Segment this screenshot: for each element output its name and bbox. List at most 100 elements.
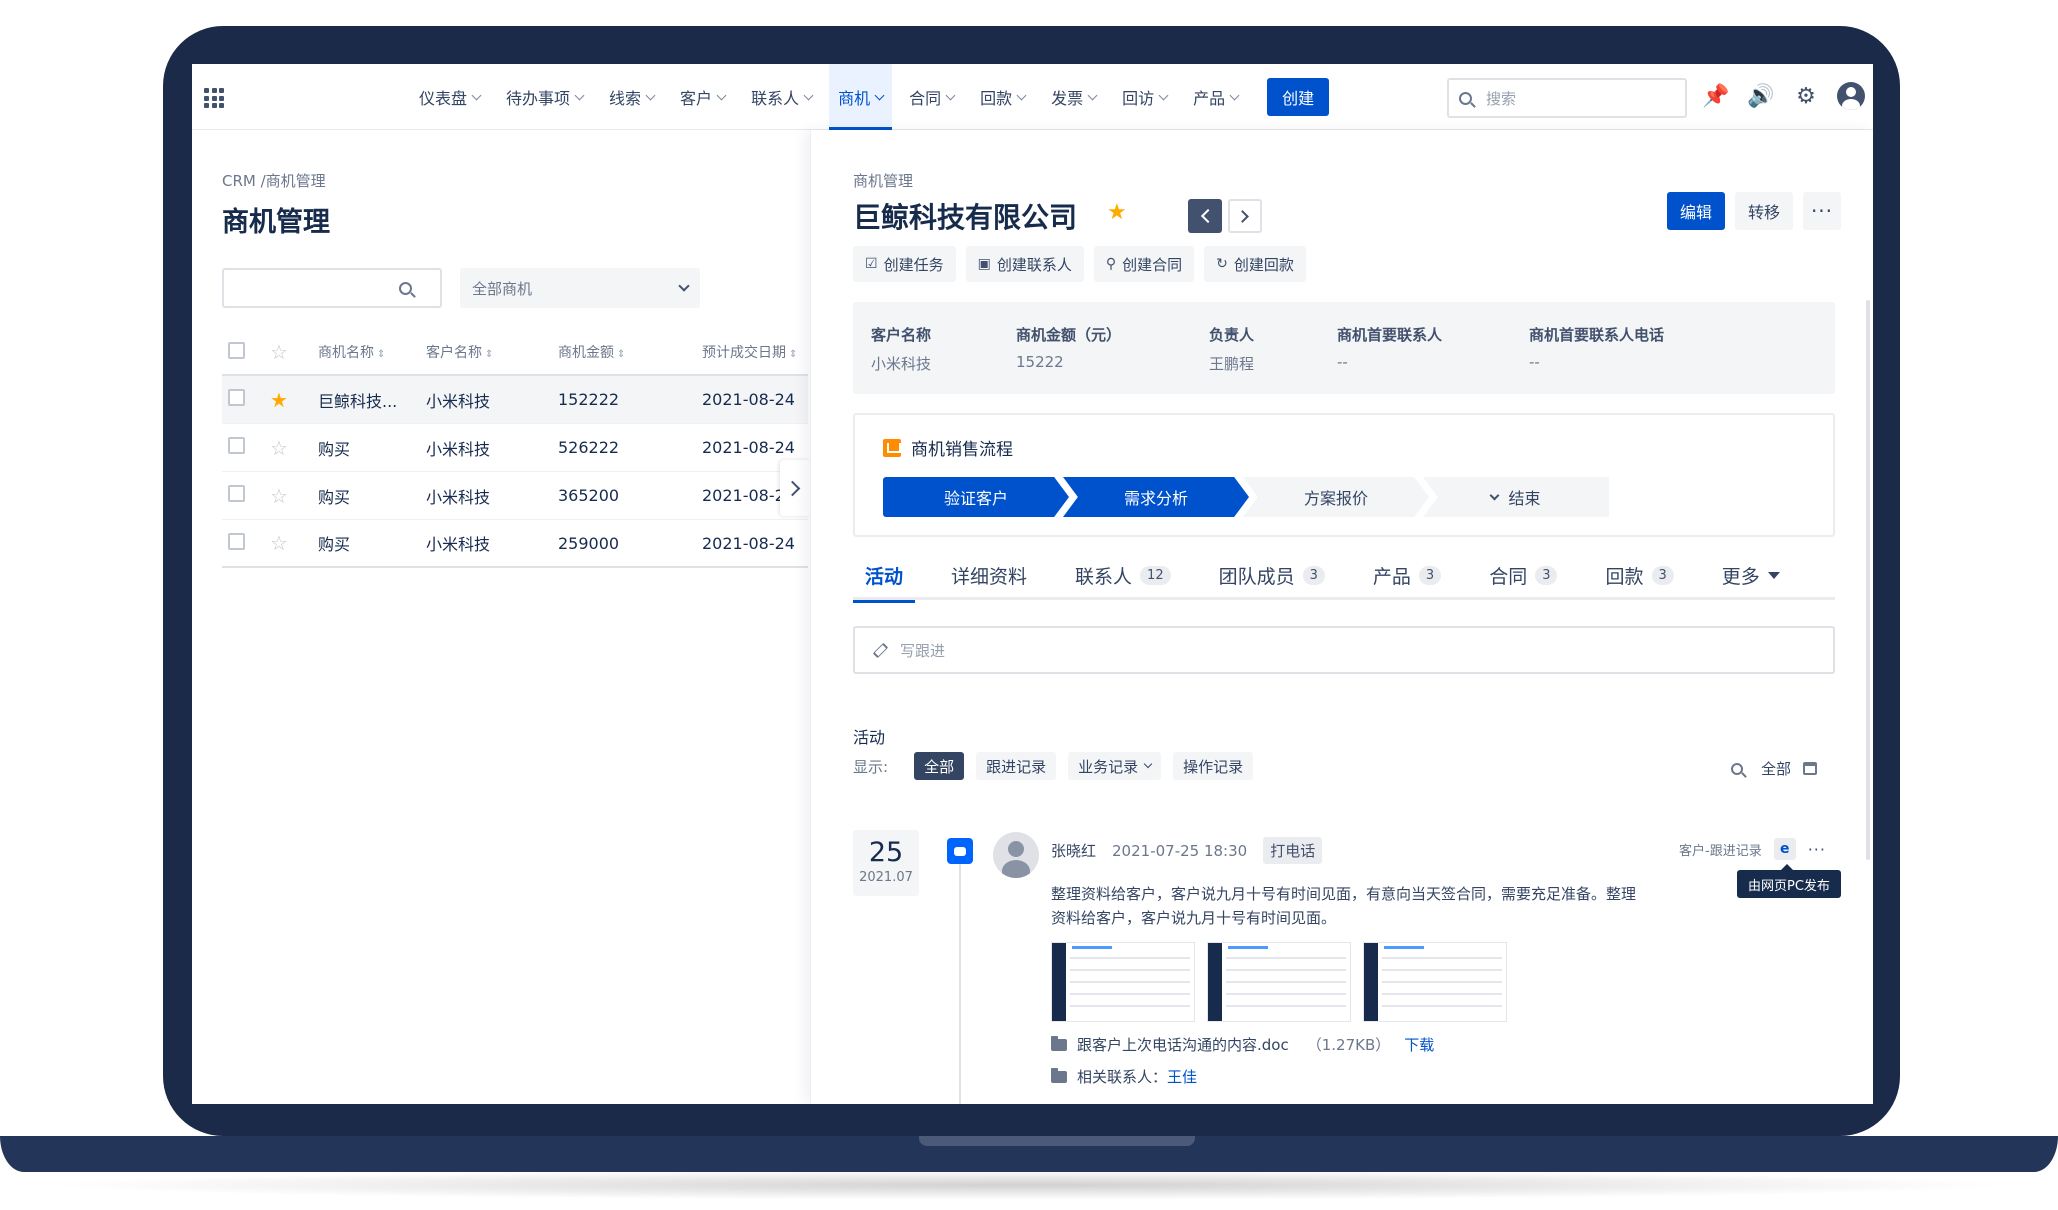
attachment-name[interactable]: 跟客户上次电话沟通的内容.doc bbox=[1077, 1034, 1289, 1055]
stage-end[interactable]: 结束 bbox=[1423, 477, 1609, 517]
table-row[interactable]: ☆ 购买 小米科技 526222 2021-08-24 bbox=[222, 424, 808, 472]
menu-item-opportunities[interactable]: 商机 bbox=[829, 64, 893, 130]
menu-item-todo[interactable]: 待办事项 bbox=[497, 64, 592, 130]
menu-item-payments[interactable]: 回款 bbox=[971, 64, 1034, 130]
column-header-close-date[interactable]: 预计成交日期 ⇕ bbox=[702, 342, 808, 362]
previous-record-button[interactable] bbox=[1188, 199, 1222, 233]
related-contacts: 相关联系人： 王佳 bbox=[1051, 1066, 1197, 1087]
edit-button[interactable]: 编辑 bbox=[1667, 192, 1725, 230]
row-checkbox[interactable] bbox=[228, 485, 245, 502]
tab-activity[interactable]: 活动 bbox=[853, 550, 916, 603]
filter-all[interactable]: 全部 bbox=[914, 752, 965, 780]
tab-more[interactable]: 更多 bbox=[1710, 550, 1792, 600]
quick-actions: ☑ 创建任务 ▣ 创建联系人 ⚲ 创建合同 ↻ 创建回款 bbox=[853, 246, 1306, 282]
cell-name: 购买 bbox=[318, 439, 351, 459]
menu-item-revisits[interactable]: 回访 bbox=[1113, 64, 1176, 130]
chevron-down-icon bbox=[1490, 490, 1500, 500]
column-header-amount[interactable]: 商机金额 ⇕ bbox=[558, 342, 702, 362]
select-all-checkbox[interactable] bbox=[228, 341, 245, 359]
gear-icon[interactable]: ⚙ bbox=[1792, 82, 1820, 110]
apps-grid-icon[interactable] bbox=[204, 88, 224, 108]
tab-products[interactable]: 产品 3 bbox=[1361, 550, 1453, 600]
related-contact-link[interactable]: 王佳 bbox=[1167, 1066, 1197, 1087]
star-filled-icon[interactable]: ★ bbox=[270, 388, 318, 412]
user-avatar-icon[interactable] bbox=[1837, 82, 1865, 110]
row-checkbox[interactable] bbox=[228, 532, 245, 550]
breadcrumb: CRM /商机管理 bbox=[222, 172, 326, 190]
tab-details[interactable]: 详细资料 bbox=[939, 550, 1039, 600]
create-contract-button[interactable]: ⚲ 创建合同 bbox=[1093, 246, 1195, 282]
pin-icon[interactable]: 📌 bbox=[1702, 82, 1730, 110]
cell-customer: 小米科技 bbox=[426, 439, 491, 459]
chevron-down-icon bbox=[803, 90, 814, 100]
cell-customer: 小米科技 bbox=[426, 487, 491, 507]
collapse-detail-button[interactable] bbox=[780, 460, 810, 516]
image-thumbnail[interactable] bbox=[1363, 942, 1507, 1022]
opportunity-filter-select[interactable]: 全部商机 bbox=[460, 268, 700, 308]
filter-operation-log[interactable]: 操作记录 bbox=[1173, 752, 1254, 780]
row-checkbox[interactable] bbox=[228, 389, 245, 406]
star-outline-icon[interactable]: ☆ bbox=[270, 531, 318, 555]
refund-icon: ↻ bbox=[1216, 256, 1228, 272]
menu-item-invoices[interactable]: 发票 bbox=[1042, 64, 1105, 130]
transfer-button[interactable]: 转移 bbox=[1735, 192, 1793, 230]
count-badge: 3 bbox=[1418, 565, 1442, 585]
follow-up-input[interactable]: 写跟进 bbox=[853, 626, 1835, 674]
star-outline-icon[interactable]: ☆ bbox=[270, 436, 318, 460]
megaphone-icon[interactable]: 🔊 bbox=[1747, 82, 1775, 110]
tab-contacts[interactable]: 联系人 12 bbox=[1063, 550, 1183, 600]
filter-follow-up[interactable]: 跟进记录 bbox=[976, 752, 1057, 780]
scope-select[interactable]: 全部 bbox=[1761, 758, 1791, 779]
search-icon[interactable] bbox=[1731, 762, 1743, 775]
stage-quotation[interactable]: 方案报价 bbox=[1243, 477, 1429, 517]
chevron-down-icon bbox=[645, 90, 656, 100]
stage-verify-customer[interactable]: 验证客户 bbox=[883, 477, 1069, 517]
create-payment-button[interactable]: ↻ 创建回款 bbox=[1204, 246, 1306, 282]
tab-contracts[interactable]: 合同 3 bbox=[1477, 550, 1569, 600]
create-task-button[interactable]: ☑ 创建任务 bbox=[853, 246, 956, 282]
tab-team-members[interactable]: 团队成员 3 bbox=[1207, 550, 1337, 600]
star-filled-icon[interactable]: ★ bbox=[1107, 200, 1127, 225]
image-thumbnail[interactable] bbox=[1207, 942, 1351, 1022]
activity-user[interactable]: 张晓红 bbox=[1051, 840, 1096, 861]
global-search-input[interactable]: 搜索 bbox=[1447, 78, 1687, 118]
chevron-down-icon bbox=[678, 280, 690, 292]
calendar-icon[interactable] bbox=[1803, 762, 1818, 775]
menu-item-leads[interactable]: 线索 bbox=[600, 64, 663, 130]
activity-entry-header: 张晓红 2021-07-25 18:30 打电话 bbox=[1051, 837, 1323, 864]
detail-tabs: 活动 详细资料 联系人 12 团队成员 3 产品 3 合同 3 回款 3 更多 bbox=[853, 550, 1835, 603]
opportunity-table: ☆ 商机名称 ⇕ 客户名称 ⇕ 商机金额 ⇕ 预计成交日期 ⇕ ★ 巨鲸科技... 小米… bbox=[222, 330, 808, 568]
download-link[interactable]: 下载 bbox=[1404, 1034, 1434, 1055]
browser-icon[interactable]: e bbox=[1773, 838, 1796, 860]
image-thumbnail[interactable] bbox=[1051, 942, 1195, 1022]
next-record-button[interactable] bbox=[1228, 199, 1262, 233]
chat-bubble-icon bbox=[947, 838, 973, 864]
menu-item-contacts[interactable]: 联系人 bbox=[742, 64, 821, 130]
filter-business-records[interactable]: 业务记录 bbox=[1068, 752, 1162, 780]
create-button[interactable]: 创建 bbox=[1267, 78, 1330, 116]
row-checkbox[interactable] bbox=[228, 437, 245, 454]
menu-item-dashboard[interactable]: 仪表盘 bbox=[410, 64, 489, 130]
more-options-icon[interactable]: ··· bbox=[1808, 840, 1826, 859]
top-nav: 仪表盘 待办事项 线索 客户 联系人 商机 合同 回款 发票 回访 产品 创建 … bbox=[192, 64, 1873, 130]
menu-item-products[interactable]: 产品 bbox=[1184, 64, 1247, 130]
scrollbar[interactable] bbox=[1866, 300, 1870, 860]
column-header-customer[interactable]: 客户名称 ⇕ bbox=[426, 342, 558, 362]
chevron-down-icon bbox=[716, 90, 727, 100]
more-actions-button[interactable]: ··· bbox=[1803, 192, 1841, 230]
star-outline-icon[interactable]: ☆ bbox=[270, 484, 318, 508]
stage-needs-analysis[interactable]: 需求分析 bbox=[1063, 477, 1249, 517]
cell-customer: 小米科技 bbox=[426, 391, 491, 411]
table-row[interactable]: ★ 巨鲸科技... 小米科技 152222 2021-08-24 bbox=[222, 376, 808, 424]
create-contact-button[interactable]: ▣ 创建联系人 bbox=[965, 246, 1084, 282]
table-row[interactable]: ☆ 购买 小米科技 259000 2021-08-24 bbox=[222, 520, 808, 568]
tab-payments[interactable]: 回款 3 bbox=[1593, 550, 1685, 600]
chevron-down-icon bbox=[574, 90, 585, 100]
search-icon bbox=[399, 282, 412, 295]
menu-item-contracts[interactable]: 合同 bbox=[900, 64, 963, 130]
column-header-name[interactable]: 商机名称 ⇕ bbox=[318, 342, 426, 362]
table-row[interactable]: ☆ 购买 小米科技 365200 2021-08-24 bbox=[222, 472, 808, 520]
activity-heading: 活动 bbox=[853, 728, 886, 747]
menu-item-customers[interactable]: 客户 bbox=[671, 64, 734, 130]
list-search-input[interactable] bbox=[222, 268, 442, 308]
